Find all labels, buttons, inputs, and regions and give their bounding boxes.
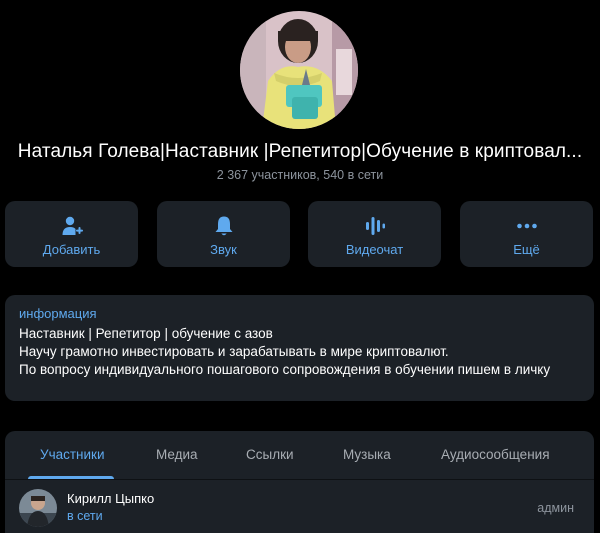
add-user-icon [62, 216, 83, 235]
sound-button[interactable]: Звук [157, 201, 290, 267]
add-member-button[interactable]: Добавить [5, 201, 138, 267]
video-chat-label: Видеочат [345, 242, 404, 257]
bell-icon [215, 216, 232, 236]
more-label: Ещё [513, 242, 540, 257]
more-icon [516, 223, 537, 229]
member-role-badge: админ [537, 501, 574, 515]
video-chat-button[interactable]: Видеочат [308, 201, 441, 267]
action-bar: Добавить Звук Видеочат Ещё [5, 201, 595, 267]
tab-media[interactable]: Медиа [156, 447, 198, 462]
more-button[interactable]: Ещё [460, 201, 593, 267]
info-heading: информация [19, 306, 97, 321]
add-member-label: Добавить [42, 242, 101, 257]
member-status: в сети [67, 509, 103, 523]
tab-links[interactable]: Ссылки [246, 447, 294, 462]
info-line: Научу грамотно инвестировать и зарабатыв… [19, 344, 449, 359]
tab-bar: Участники Медиа Ссылки Музыка Аудиосообщ… [5, 431, 594, 480]
profile-avatar[interactable] [240, 11, 358, 129]
tab-members[interactable]: Участники [40, 447, 105, 462]
member-name: Кирилл Цыпко [67, 491, 155, 506]
members-panel: Участники Медиа Ссылки Музыка Аудиосообщ… [5, 431, 594, 533]
info-line: Наставник | Репетитор | обучение с азов [19, 326, 273, 341]
info-line: По вопросу индивидуального пошагового со… [19, 362, 551, 377]
avatar [19, 489, 57, 527]
member-row[interactable]: Кирилл Цыпко в сети админ [5, 480, 594, 533]
member-count: 2 367 участников, 540 в сети [216, 168, 384, 182]
voice-chat-icon [365, 217, 385, 235]
sound-label: Звук [210, 242, 237, 257]
info-card: информация Наставник | Репетитор | обуче… [5, 295, 594, 401]
chat-title: Наталья Голева|Наставник |Репетитор|Обуч… [17, 141, 583, 162]
tab-voice-messages[interactable]: Аудиосообщения [441, 447, 550, 462]
tab-music[interactable]: Музыка [343, 447, 391, 462]
